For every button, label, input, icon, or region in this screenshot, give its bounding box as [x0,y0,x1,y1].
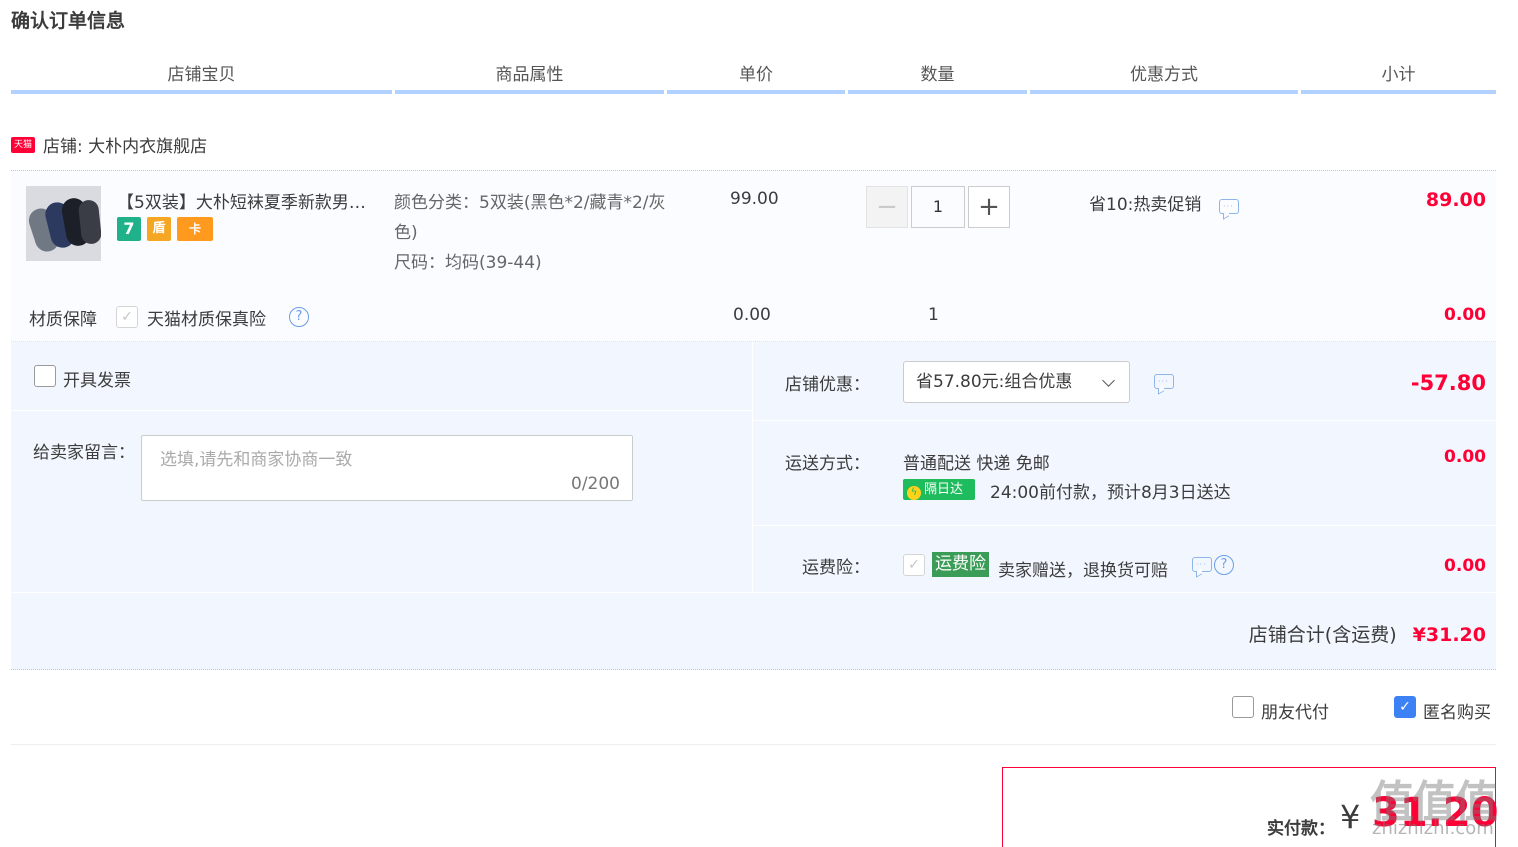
material-price: 0.00 [733,305,771,325]
memo-label: 给卖家留言： [33,443,135,463]
watermark-url: zhizhizhi.com [1372,818,1494,839]
column-header-subtotal: 小计 [1301,62,1496,94]
lightning-icon: ϟ [907,486,921,500]
shipping-method: 普通配送 快递 免邮 [903,454,1050,474]
item-subtotal: 89.00 [1425,189,1486,211]
promo-text: 省10:热卖促销 [1089,195,1202,215]
help-icon[interactable]: ? [289,307,309,327]
anonymous-purchase-checkbox[interactable]: ✓ [1394,696,1416,718]
decrease-quantity-button[interactable]: − [866,186,908,228]
help-icon[interactable]: ? [1214,555,1234,575]
row-divider [753,525,1496,526]
friend-pay-label: 朋友代付 [1261,703,1329,723]
attr-size: 尺码：均码(39-44) [394,253,542,273]
friend-pay-checkbox[interactable] [1232,696,1254,718]
material-subtotal: 0.00 [1444,305,1486,325]
shipping-amount: 0.00 [1444,447,1486,467]
shipping-label: 运送方式： [785,454,870,474]
chat-icon[interactable]: ··· [1192,557,1212,572]
shop-total: 店铺合计(含运费) ¥31.20 [1100,620,1486,647]
panel-divider [752,342,753,592]
row-divider [753,420,1496,421]
freight-insurance-checkbox[interactable]: ✓ [903,554,925,576]
shop-discount-amount: -57.80 [1410,371,1486,395]
delivery-estimate: 24:00前付款，预计8月3日送达 [990,483,1231,503]
shop-discount-select[interactable]: 省57.80元:组合优惠 [903,361,1130,403]
shop-total-label: 店铺合计(含运费) [1248,624,1397,646]
shop-discount-selected: 省57.80元:组合优惠 [916,372,1073,392]
material-quantity: 1 [928,305,939,325]
row-divider [11,410,752,411]
row-divider [11,592,1496,593]
product-title-link[interactable]: 【5双装】大朴短袜夏季新款男士中筒袜运动棉袜 [117,188,382,213]
freight-insurance-label: 运费险： [802,558,870,578]
quantity-stepper: − 1 + [866,186,1010,228]
attr-color: 颜色分类：5双装(黑色*2/藏青*2/灰色) [394,193,666,243]
page-title: 确认订单信息 [11,10,126,32]
memo-textarea[interactable]: 选填,请先和商家协商一致 0/200 [141,435,633,501]
freight-insurance-badge: 运费险 [932,552,989,577]
material-insurance-label: 天猫材质保真险 [147,310,266,330]
column-header-discount: 优惠方式 [1030,62,1298,94]
freight-insurance-amount: 0.00 [1444,556,1486,576]
memo-counter: 0/200 [571,474,620,494]
unit-price: 99.00 [730,189,779,209]
product-thumbnail[interactable] [26,186,101,261]
shop-discount-label: 店铺优惠： [785,375,870,395]
chat-icon[interactable]: ··· [1154,374,1174,389]
column-header-attributes: 商品属性 [395,62,664,94]
shop-row: 天猫 店铺: 大朴内衣旗舰店 [11,132,207,157]
seven-day-return-icon[interactable]: 7 [117,217,141,241]
column-header-quantity: 数量 [848,62,1027,94]
memo-placeholder: 选填,请先和商家协商一致 [160,450,353,470]
invoice-checkbox[interactable] [34,365,56,387]
invoice-label: 开具发票 [63,371,131,391]
material-insurance-checkbox[interactable]: ✓ [116,306,138,328]
service-icons: 7 盾 卡 [117,217,213,241]
column-header-unit-price: 单价 [667,62,845,94]
section-divider [11,744,1496,745]
anonymous-purchase-label: 匿名购买 [1423,703,1491,723]
payment-label: 实付款： [1267,819,1335,839]
shield-icon[interactable]: 盾 [147,217,171,241]
next-day-badge: ϟ 隔日达 [903,479,975,500]
tmall-icon: 天猫 [11,136,35,153]
freight-insurance-note: 卖家赠送，退换货可赔 [998,561,1168,581]
chat-icon[interactable]: ··· [1219,199,1239,214]
material-guarantee-label: 材质保障 [29,310,97,330]
credit-card-icon[interactable]: 卡 [177,217,213,241]
quantity-input[interactable]: 1 [911,186,965,228]
payment-currency: ¥ [1340,798,1361,836]
increase-quantity-button[interactable]: + [968,186,1010,228]
chevron-down-icon [1102,374,1115,387]
shop-total-amount: ¥31.20 [1412,624,1486,646]
shop-name-link[interactable]: 店铺: 大朴内衣旗舰店 [43,132,207,157]
column-header-shop-item: 店铺宝贝 [11,62,392,94]
product-attributes: 颜色分类：5双装(黑色*2/藏青*2/灰色) 尺码：均码(39-44) [394,188,684,278]
